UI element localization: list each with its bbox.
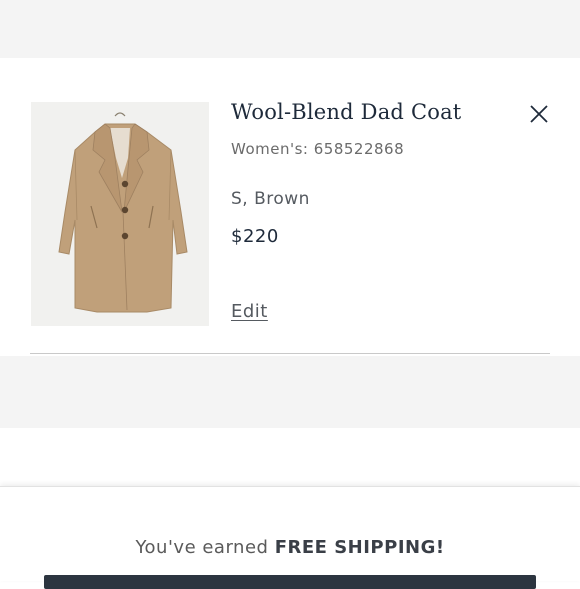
remove-item-button[interactable]: [527, 102, 551, 126]
product-price: $220: [231, 226, 279, 247]
top-background-band: [0, 0, 580, 58]
free-shipping-message: You've earned FREE SHIPPING!: [0, 537, 580, 558]
product-variant: S, Brown: [231, 189, 310, 209]
product-image[interactable]: [31, 102, 209, 326]
product-title[interactable]: Wool-Blend Dad Coat: [231, 100, 461, 124]
shipping-message-prefix: You've earned: [135, 537, 275, 558]
middle-background-band: [0, 356, 580, 428]
close-icon: [530, 105, 548, 123]
cart-item-card: Wool-Blend Dad Coat Women's: 658522868 S…: [0, 58, 580, 356]
coat-illustration: [58, 112, 188, 313]
edit-item-link[interactable]: Edit: [231, 301, 268, 322]
shipping-message-highlight: FREE SHIPPING!: [274, 537, 445, 558]
checkout-button[interactable]: [44, 575, 536, 589]
product-sku: Women's: 658522868: [231, 140, 405, 158]
item-divider: [30, 353, 550, 354]
checkout-footer: You've earned FREE SHIPPING!: [0, 486, 580, 589]
